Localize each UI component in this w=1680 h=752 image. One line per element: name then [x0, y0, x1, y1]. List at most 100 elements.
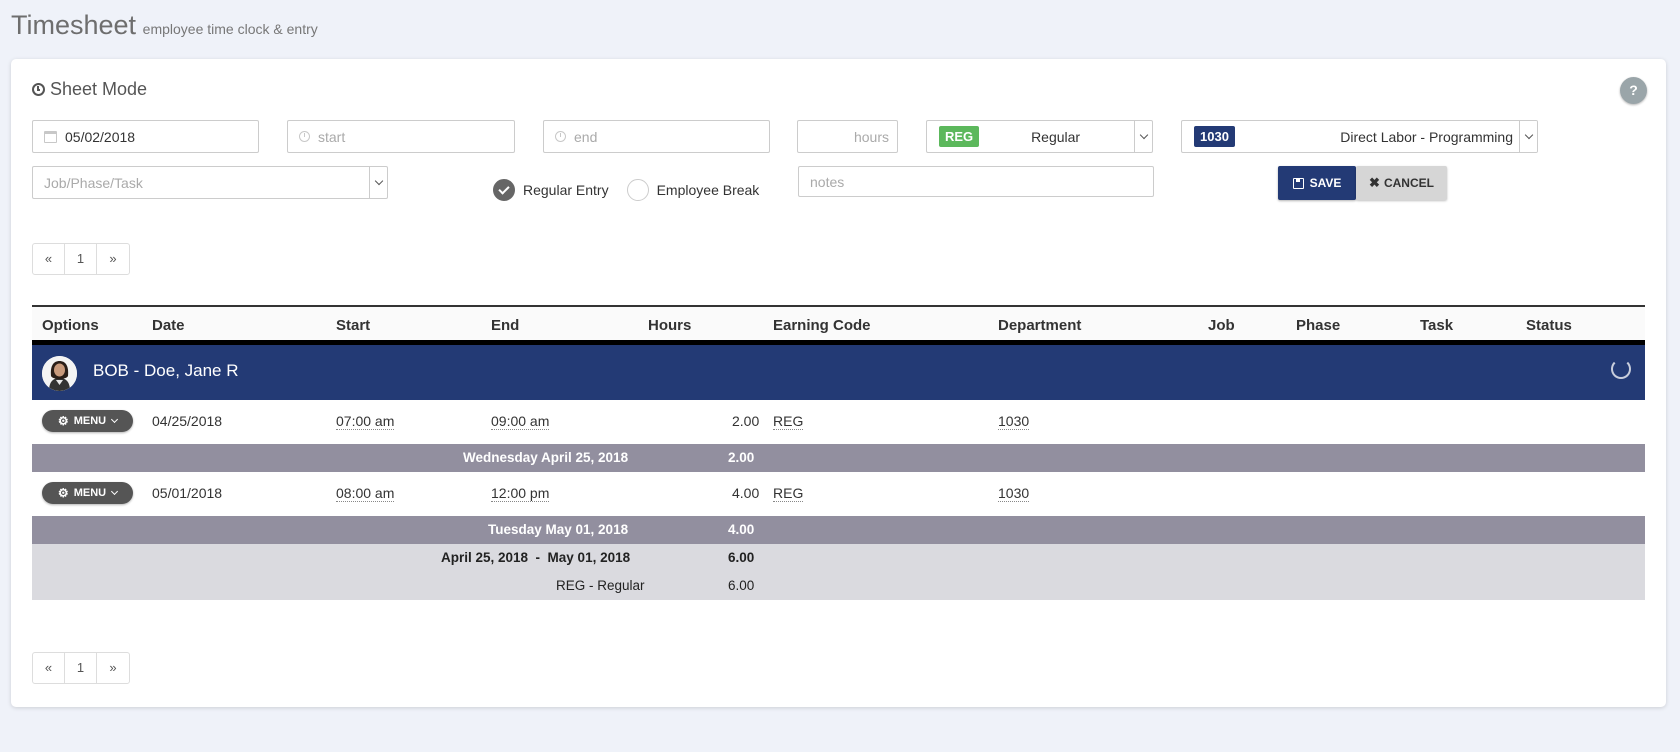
page-title: Timesheet employee time clock & entry [11, 10, 318, 41]
chevron-down-icon[interactable] [369, 167, 387, 198]
row-menu-label: MENU [73, 415, 107, 427]
department-badge: 1030 [1194, 126, 1235, 147]
day-total-label: Tuesday May 01, 2018 [488, 522, 629, 537]
pager-next[interactable]: » [97, 653, 129, 683]
row-menu-button[interactable]: ⚙ MENU [42, 482, 133, 504]
save-button[interactable]: SAVE [1278, 166, 1356, 200]
col-earning-code[interactable]: Earning Code [773, 317, 871, 334]
table-row: ⚙ MENU 05/01/2018 08:00 am 12:00 pm 4.00… [32, 472, 1645, 516]
col-phase[interactable]: Phase [1296, 317, 1340, 334]
entry-department[interactable]: 1030 [998, 485, 1030, 502]
col-task[interactable]: Task [1420, 317, 1453, 334]
range-summary-row: April 25, 2018 - May 01, 2018 6.00 [32, 544, 1645, 572]
earning-code-badge: REG [939, 126, 980, 147]
chevron-down-icon [111, 487, 119, 496]
save-icon [1292, 177, 1304, 189]
department-select[interactable]: 1030 Direct Labor - Programming [1181, 120, 1538, 153]
notes-textarea[interactable]: notes [798, 166, 1154, 197]
gears-icon: ⚙ [57, 414, 69, 428]
calendar-icon [44, 130, 57, 143]
job-phase-task-select[interactable]: Job/Phase/Task [32, 166, 388, 199]
entry-type-group: Regular Entry Employee Break [493, 179, 759, 201]
panel-heading: Sheet Mode [32, 79, 147, 100]
clock-icon [299, 131, 310, 142]
start-input[interactable]: start [287, 120, 515, 153]
pager-prev[interactable]: « [33, 653, 65, 683]
gears-icon: ⚙ [57, 486, 69, 500]
notes-placeholder: notes [810, 174, 845, 190]
end-placeholder: end [574, 128, 598, 145]
entry-earning[interactable]: REG [773, 413, 804, 430]
earning-code-label: Regular [1031, 128, 1081, 145]
clock-icon [32, 83, 45, 96]
range-hours: 6.00 [728, 550, 755, 565]
day-total-label: Wednesday April 25, 2018 [463, 450, 629, 465]
entry-hours: 4.00 [732, 485, 760, 501]
sheet-panel: Sheet Mode ? 05/02/2018 start end hours … [11, 59, 1666, 707]
code-label: REG - Regular [556, 578, 645, 593]
date-value: 05/02/2018 [65, 128, 136, 145]
range-label: April 25, 2018 - May 01, 2018 [441, 550, 631, 565]
close-icon: ✖ [1369, 175, 1380, 190]
timesheet-grid: Options Date Start End Hours Earning Cod… [32, 305, 1645, 600]
hours-placeholder: hours [853, 128, 889, 145]
col-end[interactable]: End [491, 317, 519, 334]
col-department[interactable]: Department [998, 317, 1081, 334]
day-total-hours: 2.00 [728, 450, 755, 465]
cancel-label: CANCEL [1383, 176, 1434, 190]
pager-page[interactable]: 1 [65, 653, 97, 683]
hours-input[interactable]: hours [797, 120, 898, 153]
save-label: SAVE [1309, 176, 1342, 190]
pager-top: « 1 » [32, 243, 130, 275]
refresh-icon[interactable] [1611, 359, 1631, 379]
start-placeholder: start [318, 128, 346, 145]
day-total-row: Wednesday April 25, 2018 2.00 [32, 444, 1645, 472]
code-hours: 6.00 [728, 578, 755, 593]
regular-entry-radio[interactable] [493, 179, 515, 201]
entry-department[interactable]: 1030 [998, 413, 1030, 430]
day-total-hours: 4.00 [728, 522, 755, 537]
cancel-button[interactable]: ✖ CANCEL [1356, 166, 1447, 200]
entry-start[interactable]: 07:00 am [336, 413, 395, 430]
chevron-down-icon [111, 415, 119, 424]
job-placeholder: Job/Phase/Task [44, 174, 143, 191]
employee-name: BOB - Doe, Jane R [93, 361, 239, 380]
col-job[interactable]: Job [1208, 317, 1235, 334]
col-status[interactable]: Status [1526, 317, 1572, 334]
col-start[interactable]: Start [336, 317, 370, 334]
entry-hours: 2.00 [732, 413, 760, 429]
table-row: ⚙ MENU 04/25/2018 07:00 am 09:00 am 2.00… [32, 400, 1645, 444]
entry-date: 05/01/2018 [152, 485, 223, 501]
date-input[interactable]: 05/02/2018 [32, 120, 259, 153]
grid-header: Options Date Start End Hours Earning Cod… [32, 305, 1645, 345]
employee-break-radio[interactable] [626, 179, 649, 201]
employee-break-label: Employee Break [656, 182, 760, 198]
avatar [42, 356, 77, 391]
chevron-down-icon[interactable] [1519, 121, 1537, 152]
entry-date: 04/25/2018 [152, 413, 223, 429]
day-total-row: Tuesday May 01, 2018 4.00 [32, 516, 1645, 544]
earning-code-select[interactable]: REG Regular [926, 120, 1153, 153]
col-hours[interactable]: Hours [648, 317, 691, 334]
entry-end[interactable]: 09:00 am [491, 413, 550, 430]
regular-entry-label: Regular Entry [523, 182, 609, 198]
panel-heading-label: Sheet Mode [50, 79, 148, 99]
help-button[interactable]: ? [1620, 77, 1647, 104]
row-menu-button[interactable]: ⚙ MENU [42, 410, 133, 432]
pager-next[interactable]: » [97, 244, 129, 274]
entry-end[interactable]: 12:00 pm [491, 485, 550, 502]
end-input[interactable]: end [543, 120, 770, 153]
entry-earning[interactable]: REG [773, 485, 804, 502]
entry-start[interactable]: 08:00 am [336, 485, 395, 502]
clock-icon [555, 131, 566, 142]
row-menu-label: MENU [73, 487, 107, 499]
pager-prev[interactable]: « [33, 244, 65, 274]
code-summary-row: REG - Regular 6.00 [32, 572, 1645, 600]
pager-bottom: « 1 » [32, 652, 130, 684]
department-label: Direct Labor - Programming [1340, 128, 1513, 145]
col-options[interactable]: Options [42, 317, 99, 334]
chevron-down-icon[interactable] [1134, 121, 1152, 152]
pager-page[interactable]: 1 [65, 244, 97, 274]
col-date[interactable]: Date [152, 317, 185, 334]
page-title-main: Timesheet [11, 10, 137, 40]
